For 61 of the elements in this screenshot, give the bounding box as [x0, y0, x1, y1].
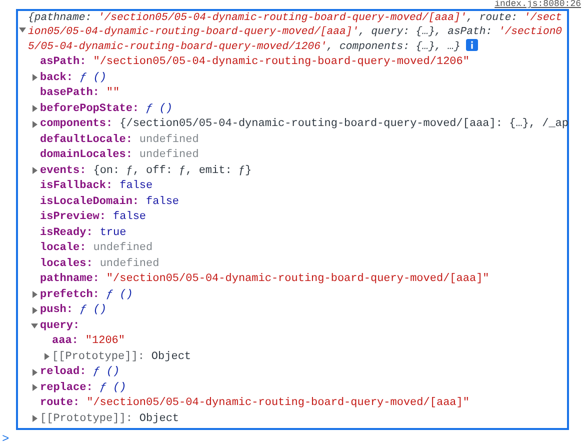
console-prompt[interactable]: > [0, 432, 10, 446]
expand-triangle-icon[interactable] [30, 368, 39, 377]
expand-triangle-icon[interactable] [30, 290, 39, 300]
property-value: {on: ƒ, off: ƒ, emit: ƒ} [93, 164, 252, 177]
property-value: ƒ () [146, 102, 172, 115]
property-value: "1206" [85, 335, 126, 348]
property-value: "/section05/05-04-dynamic-routing-board-query-moved/[aaa]" [106, 273, 490, 286]
property-key: push: [40, 304, 74, 316]
expand-triangle-icon[interactable] [30, 166, 39, 176]
property-value: "/section05/05-04-dynamic-routing-board-query-moved/1206" [93, 56, 470, 68]
expand-triangle-icon[interactable] [30, 306, 39, 315]
property-value: ƒ () [80, 72, 106, 84]
property-value: false [146, 196, 180, 208]
property-key: isReady: [40, 226, 93, 239]
property-key: reload: [40, 366, 86, 378]
expand-triangle-icon[interactable] [42, 352, 51, 362]
property-value: "" [106, 87, 120, 100]
property-value: undefined [139, 149, 199, 162]
property-value: ƒ () [100, 382, 126, 394]
property-value: Object [139, 412, 180, 425]
property-key: locale: [40, 242, 86, 254]
expand-triangle-icon[interactable] [30, 120, 39, 129]
property-key: events: [40, 164, 86, 177]
property-value: false [113, 211, 146, 224]
property-key: defaultLocale: [40, 134, 132, 146]
property-key: domainLocales: [40, 149, 132, 162]
property-key: asPath: [40, 56, 86, 68]
property-key: isLocaleDomain: [40, 196, 140, 208]
expand-triangle-icon[interactable] [30, 414, 39, 424]
property-key: [[Prototype]]: [52, 350, 144, 363]
property-key: replace: [40, 382, 93, 394]
property-key: route: [40, 397, 80, 410]
property-value: undefined [139, 134, 199, 146]
expand-triangle-icon[interactable] [30, 73, 39, 82]
info-icon[interactable] [466, 39, 478, 51]
object-summary[interactable]: {pathname: '/section05/05-04-dynamic-routing-board-query-moved/[aaa]', route: '/section05/05-04-dynamic-routing-board-query-moved/[aaa]', query: {…}, asPath: '/section05/05-04-dynamic-routing-board-query-moved/1206', components: {…}, …} [28, 11, 567, 54]
expand-triangle-icon[interactable] [30, 104, 39, 114]
property-key: basePath: [40, 87, 100, 100]
property-value: undefined [93, 242, 153, 254]
property-key: components: [40, 118, 113, 130]
property-key: [[Prototype]]: [40, 412, 132, 425]
property-value: Object [151, 350, 192, 363]
property-key: isPreview: [40, 211, 106, 224]
expand-triangle-icon[interactable] [30, 383, 39, 392]
property-value: ƒ () [106, 288, 133, 301]
property-value: true [100, 226, 126, 239]
collapse-triangle-icon[interactable] [30, 321, 39, 330]
property-value: "/section05/05-04-dynamic-routing-board-query-moved/[aaa]" [86, 397, 470, 410]
property-key: pathname: [40, 273, 100, 286]
property-key: prefetch: [40, 288, 100, 301]
property-key: back: [40, 72, 74, 84]
property-key: isFallback: [40, 180, 113, 192]
property-key: beforePopState: [40, 102, 140, 115]
property-key: query: [40, 320, 80, 332]
property-value: ƒ () [93, 366, 120, 378]
collapse-triangle-icon[interactable] [18, 25, 27, 34]
property-key: locales: [40, 258, 93, 270]
property-value: false [120, 180, 153, 192]
property-value: undefined [100, 258, 160, 270]
property-key: aaa: [52, 335, 78, 348]
property-value: ƒ () [80, 304, 106, 316]
